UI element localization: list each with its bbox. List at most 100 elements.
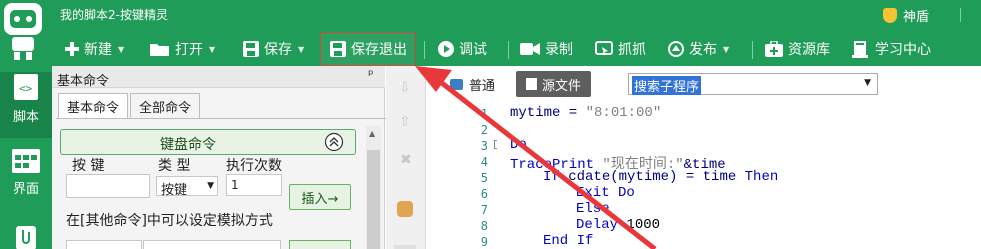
code-line-3: Do: [510, 137, 527, 153]
line-number: 9: [480, 235, 488, 249]
window-layout-icon: [12, 149, 40, 173]
rail-item-script-label: 脚本: [12, 110, 39, 125]
scrollbar-thumb[interactable]: [367, 150, 380, 249]
tab-divider: [56, 118, 386, 119]
learning-center-button[interactable]: 学习中心: [852, 38, 931, 60]
code-line-9: End If: [543, 233, 594, 249]
line-number: 7: [480, 203, 488, 217]
open-label: 打开: [175, 42, 203, 58]
debug-label: 调试: [459, 42, 487, 58]
type-select-value: 按键: [161, 183, 188, 198]
capture-button[interactable]: 抓抓: [595, 38, 646, 60]
source-file-icon: [525, 78, 537, 90]
rail-item-ui-label: 界面: [12, 182, 39, 197]
open-button[interactable]: 打开 ▼: [150, 38, 215, 60]
svg-text:<>: <>: [19, 82, 33, 95]
pin-icon[interactable]: ᵖ: [368, 68, 374, 83]
tab-all-commands[interactable]: 全部命令: [130, 93, 200, 119]
folder-icon: [150, 44, 169, 56]
scroll-up-icon[interactable]: ▲: [369, 129, 375, 138]
mode-normal-label: 普通: [469, 79, 496, 94]
floppy-disk-icon: [330, 41, 346, 57]
resources-button[interactable]: 资源库: [765, 38, 830, 60]
new-button[interactable]: 新建 ▼: [65, 38, 124, 60]
publish-button[interactable]: 发布 ▼: [668, 38, 729, 60]
save-label: 保存: [264, 42, 292, 58]
tab-basic-commands[interactable]: 基本命令: [58, 93, 128, 119]
shield-label: 神盾: [903, 10, 930, 25]
shield-icon: [883, 8, 897, 23]
mode-source-tab[interactable]: 源文件: [516, 71, 591, 97]
toolbar-separator: [424, 41, 425, 59]
move-up-icon[interactable]: ⇧: [399, 114, 411, 130]
code-line-8: Delay 1000: [576, 217, 661, 233]
chevron-down-icon: ▼: [723, 44, 730, 54]
chevron-down-icon: ▼: [298, 44, 305, 54]
line-number: 4: [480, 155, 488, 169]
paperclip-icon: [16, 226, 36, 249]
plus-icon: [65, 42, 79, 56]
keyboard-group-label: 键盘命令: [160, 137, 216, 153]
rail-item-script[interactable]: <> 脚本: [0, 72, 52, 138]
app-logo: [0, 0, 52, 66]
rail-item-attachment[interactable]: [0, 222, 52, 249]
line-number: 3: [480, 139, 488, 153]
robot-logo-icon: [4, 3, 42, 60]
mode-source-label: 源文件: [541, 78, 581, 94]
line-number: 2: [480, 123, 488, 137]
next-button[interactable]: [289, 240, 351, 249]
resources-label: 资源库: [788, 42, 830, 58]
capture-label: 抓抓: [618, 42, 646, 58]
next-field[interactable]: [143, 240, 281, 249]
code-line-6: Exit Do: [576, 185, 635, 201]
line-number: 5: [480, 171, 488, 185]
insert-label: 插入→: [301, 191, 339, 207]
count-column-label: 执行次数: [226, 158, 282, 174]
shield-button[interactable]: 神盾: [883, 6, 929, 25]
save-button[interactable]: 保存 ▼: [243, 38, 304, 60]
script-file-icon: <>: [14, 74, 38, 100]
screen-capture-icon: [595, 41, 613, 55]
floppy-disk-icon: [243, 41, 259, 57]
next-input[interactable]: [66, 240, 142, 249]
toolbar-separator: [508, 41, 509, 59]
count-input[interactable]: 1: [226, 174, 282, 196]
publish-icon: [668, 41, 684, 57]
subroutine-search-text: 搜索子程序: [632, 76, 702, 95]
tab-all-label: 全部命令: [138, 100, 191, 116]
insert-button[interactable]: 插入→: [289, 184, 351, 210]
collapse-chevrons-icon[interactable]: [324, 132, 344, 152]
line-number: 1: [480, 107, 488, 121]
strip-divider: [394, 245, 416, 249]
panel-title: 基本命令: [57, 74, 110, 89]
type-select[interactable]: 按键 ▼: [156, 176, 218, 198]
move-down-icon[interactable]: ⇩: [399, 80, 411, 96]
title-separator: [960, 8, 961, 22]
monitor-icon: [450, 79, 463, 90]
new-label: 新建: [84, 42, 112, 58]
hand-icon[interactable]: [397, 201, 413, 217]
line-number: 8: [480, 219, 488, 233]
window-title: 我的脚本2-按键精灵: [60, 8, 168, 22]
key-input[interactable]: [66, 174, 150, 198]
toolbar-separator: [752, 41, 753, 59]
subroutine-search-select[interactable]: 搜索子程序 ▼: [628, 73, 878, 95]
video-camera-icon: [520, 43, 540, 55]
code-line-7: Else: [576, 201, 610, 217]
medkit-icon: [765, 41, 783, 57]
count-input-value: 1: [231, 178, 239, 192]
debug-button[interactable]: 调试: [438, 38, 487, 60]
chevron-down-icon: ▼: [118, 44, 125, 54]
mode-normal-tab[interactable]: 普通: [450, 75, 495, 94]
key-column-label: 按 键: [72, 158, 105, 174]
save-exit-button[interactable]: 保存退出: [330, 38, 407, 60]
publish-label: 发布: [689, 42, 717, 58]
toolbar: [0, 30, 981, 66]
record-button[interactable]: 录制: [520, 38, 573, 60]
delete-icon[interactable]: ✖: [400, 152, 412, 168]
learning-center-label: 学习中心: [875, 42, 931, 58]
chevron-down-icon: ▼: [864, 78, 871, 88]
code-line-1: mytime = "8:01:00": [510, 105, 662, 121]
code-line-5: If cdate(mytime) = time Then: [543, 169, 779, 185]
rail-item-ui[interactable]: 界面: [0, 148, 52, 208]
